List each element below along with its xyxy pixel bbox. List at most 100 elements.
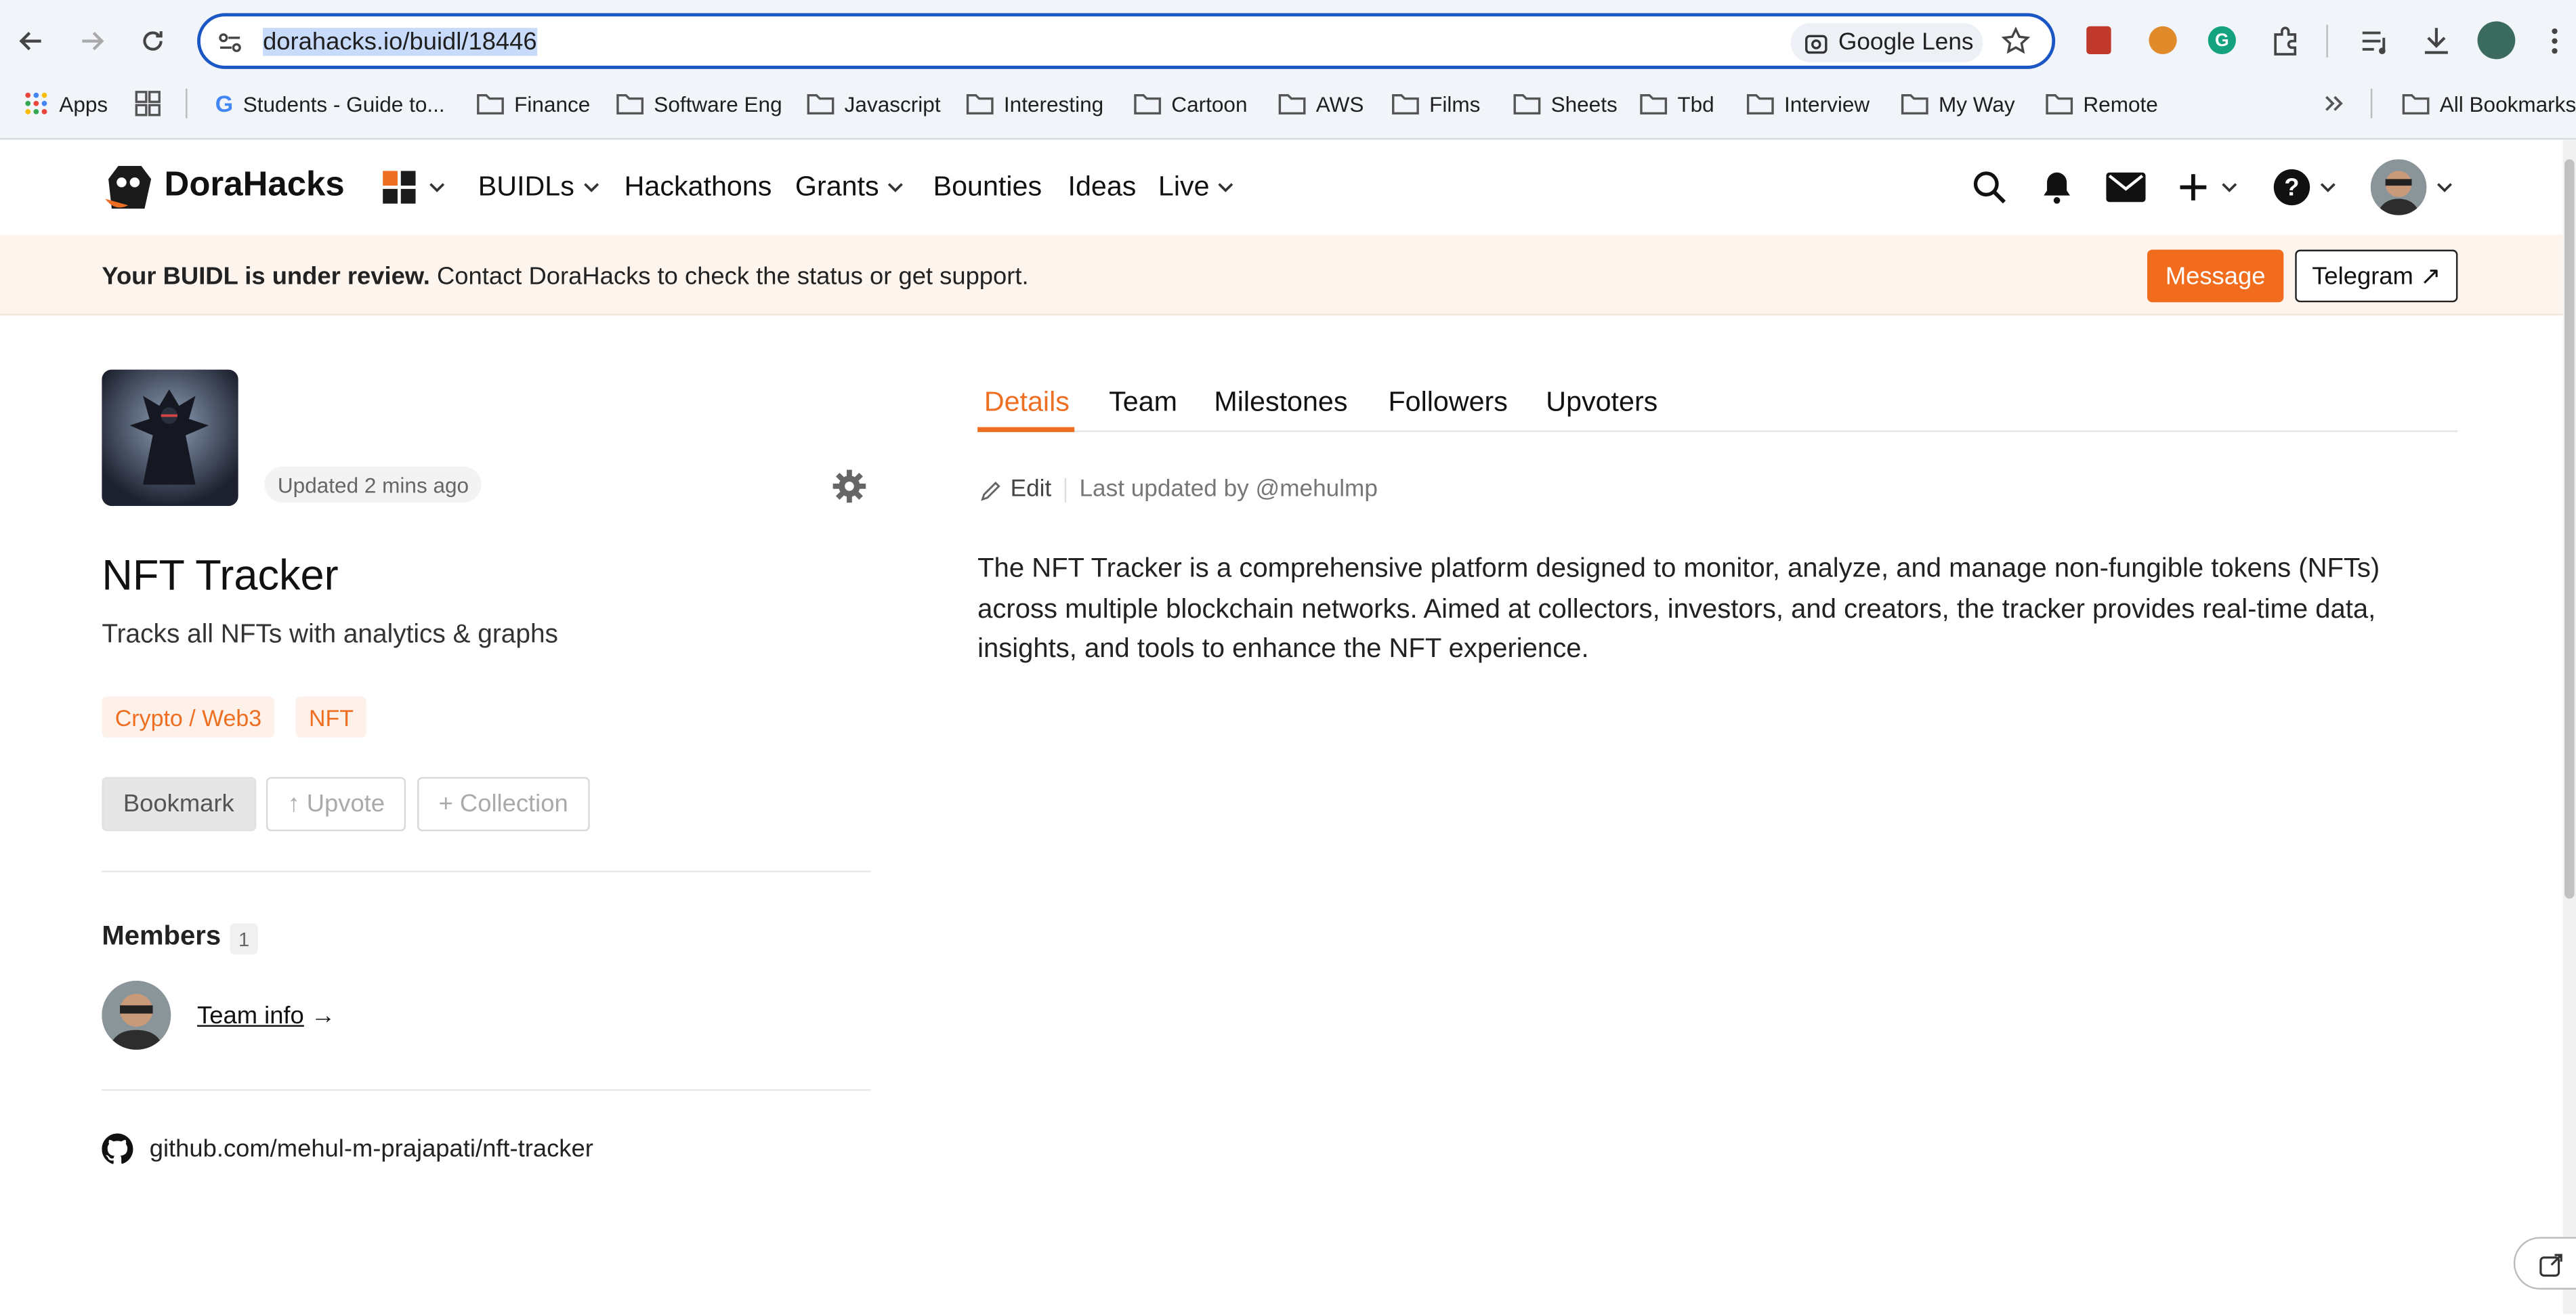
- brand-name[interactable]: DoraHacks: [165, 166, 345, 205]
- bookmark-folder-films[interactable]: Films: [1391, 87, 1480, 121]
- github-link[interactable]: github.com/mehul-m-prajapati/nft-tracker: [102, 1133, 593, 1165]
- bookmark-folder-interview[interactable]: Interview: [1746, 87, 1870, 121]
- project-subtitle: Tracks all NFTs with analytics & graphs: [102, 620, 558, 650]
- url-text[interactable]: dorahacks.io/buidl/18446: [263, 28, 537, 56]
- upvote-button[interactable]: ↑ Upvote: [266, 777, 406, 832]
- address-bar[interactable]: dorahacks.io/buidl/18446 Google Lens: [197, 13, 2056, 69]
- dorahacks-logo-icon[interactable]: [102, 163, 154, 212]
- chevron-down-icon[interactable]: [2221, 181, 2237, 194]
- separator: [1064, 477, 1067, 502]
- bookmark-folder-software-eng[interactable]: Software Eng: [616, 87, 782, 121]
- tab-team[interactable]: Team: [1109, 386, 1177, 419]
- share-button[interactable]: [2513, 1237, 2576, 1290]
- extensions-puzzle-icon[interactable]: [2268, 24, 2302, 58]
- bookmark-label: Tbd: [1677, 91, 1714, 116]
- bookmark-folder-javascript[interactable]: Javascript: [807, 87, 941, 121]
- bookmark-button[interactable]: Bookmark: [102, 777, 256, 832]
- more-bookmarks-chevron-icon[interactable]: [2321, 92, 2344, 115]
- reload-icon: [143, 31, 163, 51]
- reload-button[interactable]: [131, 20, 174, 62]
- nav-hackathons[interactable]: Hackathons: [625, 171, 772, 204]
- download-icon[interactable]: [2420, 24, 2453, 58]
- bookmark-folder-sheets[interactable]: Sheets: [1513, 87, 1618, 121]
- bookmark-label: Javascript: [844, 91, 941, 116]
- project-logo: [102, 369, 238, 507]
- tag-crypto-web3[interactable]: Crypto / Web3: [102, 696, 275, 738]
- nav-buidls[interactable]: BUIDLs: [478, 171, 599, 204]
- bookmark-folder-aws[interactable]: AWS: [1278, 87, 1364, 121]
- site-info-icon[interactable]: [217, 30, 243, 56]
- mail-icon[interactable]: [2106, 172, 2146, 203]
- bookmark-label: Interview: [1783, 91, 1870, 116]
- members-heading: Members: [102, 921, 221, 952]
- team-info-link[interactable]: Team info →: [197, 1002, 335, 1030]
- plus-icon[interactable]: [2177, 171, 2210, 204]
- arrow-right: →: [303, 1002, 336, 1030]
- extension-text-icon[interactable]: [2149, 26, 2177, 55]
- tab-followers[interactable]: Followers: [1388, 386, 1507, 419]
- folder-icon: [1640, 93, 1668, 115]
- telegram-button[interactable]: Telegram ↗: [2295, 249, 2458, 303]
- folder-icon: [1901, 93, 1928, 115]
- edit-row: Edit Last updated by @mehulmp: [981, 476, 1378, 503]
- chevron-down-icon: [887, 183, 903, 192]
- nav-bounties[interactable]: Bounties: [933, 171, 1042, 204]
- browser-menu-icon[interactable]: [2546, 24, 2562, 58]
- tab-milestones[interactable]: Milestones: [1214, 386, 1347, 419]
- all-bookmarks-button[interactable]: All Bookmarks: [2402, 87, 2576, 121]
- google-lens-button[interactable]: Google Lens: [1790, 22, 1983, 63]
- bookmark-folder-interesting[interactable]: Interesting: [966, 87, 1103, 121]
- folder-icon: [1513, 93, 1541, 115]
- tab-details[interactable]: Details: [984, 386, 1070, 419]
- forward-button[interactable]: [70, 20, 113, 62]
- bookmark-folder-my-way[interactable]: My Way: [1901, 87, 2015, 121]
- folder-icon: [616, 93, 644, 115]
- scrollbar-thumb[interactable]: [2564, 159, 2575, 899]
- bookmark-folder-tbd[interactable]: Tbd: [1640, 87, 1714, 121]
- pencil-icon: [981, 480, 1000, 501]
- tab-upvoters[interactable]: Upvoters: [1546, 386, 1657, 419]
- folder-icon: [807, 93, 835, 115]
- bookmark-label: Interesting: [1003, 91, 1104, 116]
- nav-label: Ideas: [1068, 171, 1137, 203]
- back-arrow-icon: [19, 31, 41, 51]
- github-icon: [102, 1133, 133, 1164]
- tag-nft[interactable]: NFT: [295, 696, 367, 738]
- bookmark-star-icon[interactable]: [2001, 26, 2031, 56]
- extension-book-icon[interactable]: [2086, 26, 2111, 55]
- user-avatar[interactable]: [2370, 159, 2427, 215]
- page-scrollbar[interactable]: [2562, 140, 2576, 1315]
- bookmark-students-guide[interactable]: G Students - Guide to...: [215, 87, 445, 121]
- chevron-down-icon[interactable]: [2320, 181, 2336, 194]
- nav-label: BUIDLs: [478, 171, 574, 203]
- media-control-icon[interactable]: [2359, 24, 2392, 58]
- nav-ideas[interactable]: Ideas: [1068, 171, 1137, 204]
- bookmark-folder-remote[interactable]: Remote: [2046, 87, 2158, 121]
- bookmark-label: Cartoon: [1171, 91, 1248, 116]
- back-button[interactable]: [10, 20, 53, 62]
- tab-groups-icon[interactable]: [135, 90, 161, 116]
- help-icon[interactable]: ?: [2273, 169, 2310, 206]
- chevron-down-icon[interactable]: [429, 181, 445, 194]
- bookmark-folder-finance[interactable]: Finance: [476, 87, 590, 121]
- nav-label: Bounties: [933, 171, 1042, 203]
- add-to-collection-button[interactable]: + Collection: [417, 777, 590, 832]
- chevron-down-icon[interactable]: [2436, 181, 2453, 194]
- profile-avatar[interactable]: [2477, 21, 2516, 60]
- edit-button[interactable]: Edit: [981, 476, 1051, 503]
- bookmark-apps[interactable]: Apps: [23, 87, 108, 121]
- apps-dashboard-icon[interactable]: [383, 171, 416, 204]
- grammarly-icon[interactable]: G: [2208, 26, 2236, 55]
- notification-bell-icon[interactable]: [2040, 169, 2073, 205]
- updated-badge: Updated 2 mins ago: [264, 466, 482, 503]
- chevron-down-icon: [583, 183, 599, 192]
- search-icon[interactable]: [1971, 169, 2007, 205]
- bookmarks-divider: [186, 88, 188, 119]
- bookmark-folder-cartoon[interactable]: Cartoon: [1134, 87, 1248, 121]
- nav-label: Grants: [795, 171, 879, 203]
- nav-grants[interactable]: Grants: [795, 171, 904, 204]
- nav-live[interactable]: Live: [1158, 171, 1234, 204]
- member-avatar[interactable]: [102, 980, 171, 1050]
- settings-gear-icon[interactable]: [831, 468, 867, 504]
- message-button[interactable]: Message: [2147, 249, 2284, 303]
